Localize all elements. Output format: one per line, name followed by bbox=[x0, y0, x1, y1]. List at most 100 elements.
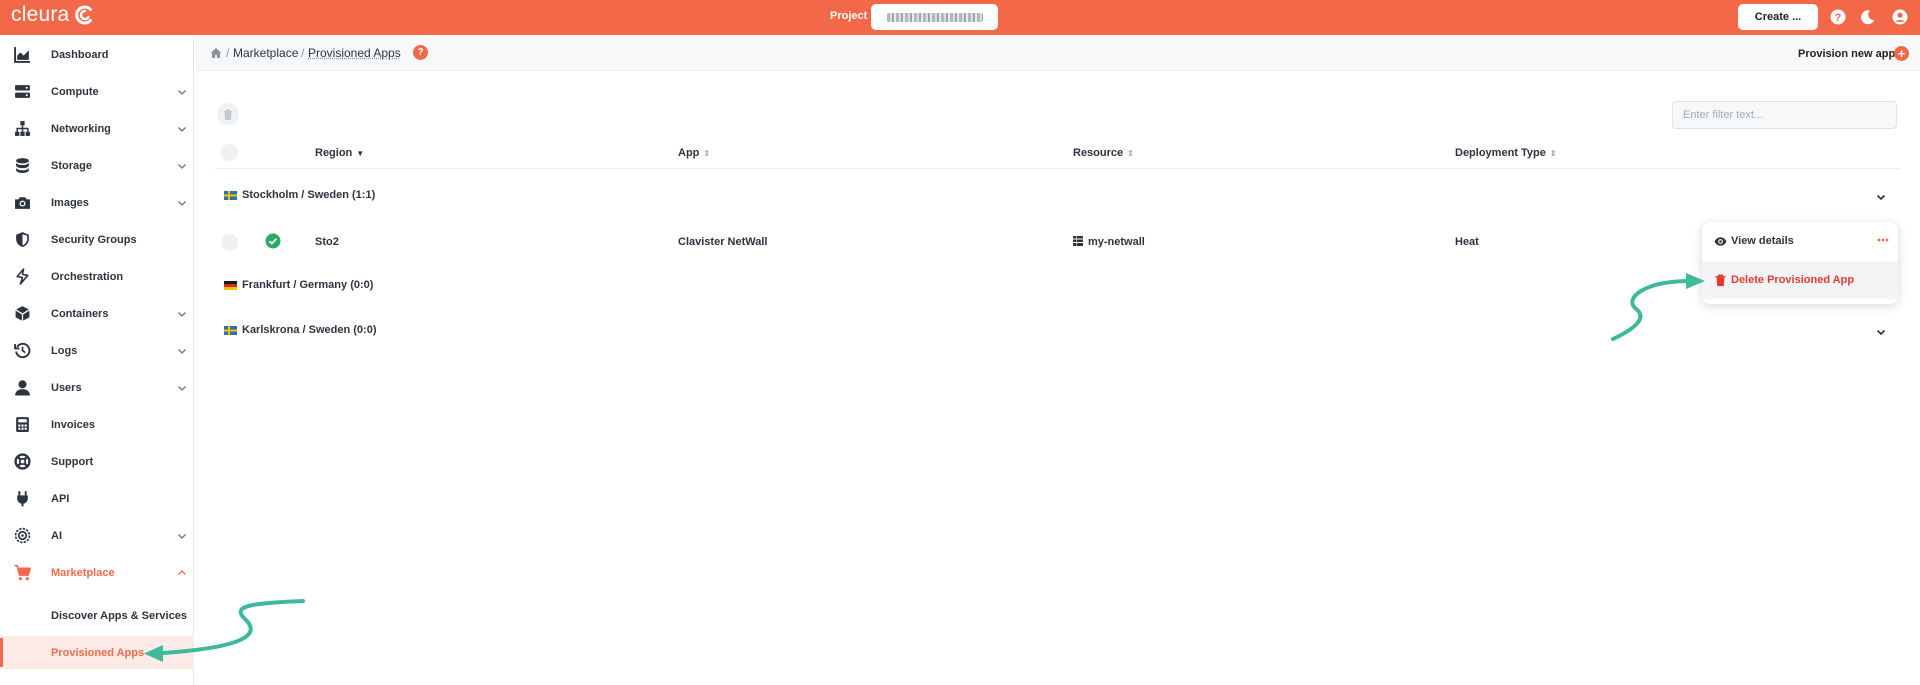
sort-icon: ⇕ bbox=[703, 148, 711, 158]
view-details-menu-item[interactable]: View details bbox=[1702, 222, 1898, 260]
chevron-down-icon bbox=[178, 348, 186, 354]
sidebar-item-containers[interactable]: Containers bbox=[0, 295, 194, 332]
network-icon bbox=[13, 120, 31, 138]
sidebar-item-label: Security Groups bbox=[51, 233, 137, 246]
project-selector[interactable] bbox=[871, 4, 998, 30]
annotation-arrow-to-provisioned-apps bbox=[144, 599, 305, 662]
sidebar-item-label: AI bbox=[51, 529, 62, 542]
home-icon[interactable] bbox=[210, 47, 222, 59]
database-icon bbox=[13, 157, 31, 175]
chevron-down-icon bbox=[178, 200, 186, 206]
column-app[interactable]: App ⇕ bbox=[678, 147, 710, 159]
cube-icon bbox=[13, 305, 31, 323]
cell-resource[interactable]: my-netwall bbox=[1073, 236, 1145, 248]
column-deployment-type[interactable]: Deployment Type ⇕ bbox=[1455, 147, 1557, 159]
logo-text: cleura bbox=[11, 3, 70, 26]
sidebar-item-compute[interactable]: Compute bbox=[0, 73, 194, 110]
trash-icon bbox=[224, 109, 232, 120]
svg-text:?: ? bbox=[1835, 12, 1842, 24]
column-resource[interactable]: Resource ⇕ bbox=[1073, 147, 1134, 159]
table-grid-icon bbox=[1073, 236, 1083, 246]
breadcrumb-separator: / bbox=[226, 46, 230, 60]
filter-input[interactable] bbox=[1672, 101, 1897, 129]
sidebar-item-dashboard[interactable]: Dashboard bbox=[0, 36, 194, 73]
shield-icon bbox=[13, 231, 31, 249]
help-circle-icon[interactable]: ? bbox=[1830, 9, 1846, 25]
check-circle-icon bbox=[265, 233, 281, 249]
sidebar: Dashboard Compute Networking Storage Ima… bbox=[0, 35, 194, 685]
breadcrumb-provisioned-apps: Provisioned Apps bbox=[308, 46, 401, 60]
sidebar-item-marketplace[interactable]: Marketplace bbox=[0, 554, 194, 591]
user-account-icon[interactable] bbox=[1892, 9, 1908, 25]
table-row: Sto2 Clavister NetWall my-netwall Heat bbox=[215, 226, 1900, 258]
cleura-logo[interactable]: cleura bbox=[11, 3, 95, 27]
row-checkbox[interactable] bbox=[221, 234, 238, 251]
plug-icon bbox=[13, 490, 31, 508]
sweden-flag-icon bbox=[224, 191, 237, 200]
create-button[interactable]: Create ... bbox=[1738, 4, 1818, 30]
sidebar-item-label: Networking bbox=[51, 122, 111, 135]
chevron-down-icon[interactable] bbox=[1876, 192, 1886, 202]
sidebar-item-users[interactable]: Users bbox=[0, 369, 194, 406]
history-icon bbox=[13, 342, 31, 360]
orchestration-icon bbox=[13, 268, 31, 286]
breadcrumb-separator: / bbox=[301, 46, 305, 60]
cell-deployment-type: Heat bbox=[1455, 236, 1479, 248]
content-header: / Marketplace / Provisioned Apps ? Provi… bbox=[195, 35, 1920, 71]
sidebar-item-api[interactable]: API bbox=[0, 480, 194, 517]
chevron-down-icon bbox=[178, 163, 186, 169]
sidebar-item-label: Images bbox=[51, 196, 89, 209]
sidebar-item-images[interactable]: Images bbox=[0, 184, 194, 221]
chevron-down-icon[interactable] bbox=[1876, 327, 1886, 337]
sweden-flag-icon bbox=[224, 326, 237, 335]
sidebar-item-storage[interactable]: Storage bbox=[0, 147, 194, 184]
annotation-arrow-to-delete bbox=[1611, 273, 1705, 341]
region-group-label: Karlskrona / Sweden (0:0) bbox=[242, 324, 377, 336]
sidebar-item-logs[interactable]: Logs bbox=[0, 332, 194, 369]
column-region[interactable]: Region ▼ bbox=[315, 147, 364, 159]
table-header: Region ▼ App ⇕ Resource ⇕ Deployment Typ… bbox=[215, 139, 1900, 169]
cell-resource-label: my-netwall bbox=[1088, 236, 1145, 248]
provision-new-app-link[interactable]: Provision new app bbox=[1798, 48, 1895, 60]
cell-app: Clavister NetWall bbox=[678, 236, 768, 248]
germany-flag-icon bbox=[224, 281, 237, 290]
cart-icon bbox=[13, 564, 31, 582]
help-icon[interactable]: ? bbox=[413, 45, 428, 60]
trash-icon bbox=[1715, 274, 1726, 286]
sidebar-item-label: Users bbox=[51, 381, 82, 394]
sidebar-item-label: Marketplace bbox=[51, 566, 115, 579]
region-group-label: Stockholm / Sweden (1:1) bbox=[242, 189, 376, 201]
region-group-stockholm[interactable]: Stockholm / Sweden (1:1) bbox=[215, 181, 1900, 211]
sidebar-item-networking[interactable]: Networking bbox=[0, 110, 194, 147]
sidebar-item-invoices[interactable]: Invoices bbox=[0, 406, 194, 443]
sidebar-item-label: Storage bbox=[51, 159, 92, 172]
sidebar-item-security-groups[interactable]: Security Groups bbox=[0, 221, 194, 258]
more-horizontal-icon[interactable] bbox=[1877, 238, 1889, 242]
sidebar-item-ai[interactable]: AI bbox=[0, 517, 194, 554]
bulk-delete-button[interactable] bbox=[217, 103, 239, 125]
delete-provisioned-app-menu-item[interactable]: Delete Provisioned App bbox=[1702, 261, 1898, 299]
sort-desc-icon: ▼ bbox=[356, 148, 365, 158]
sidebar-item-orchestration[interactable]: Orchestration bbox=[0, 258, 194, 295]
plus-circle-icon[interactable]: + bbox=[1894, 46, 1909, 61]
row-actions-menu: View details Delete Provisioned App bbox=[1702, 222, 1898, 304]
sidebar-item-label: API bbox=[51, 492, 70, 505]
sidebar-item-label: Compute bbox=[51, 85, 99, 98]
chevron-down-icon bbox=[178, 89, 186, 95]
camera-icon bbox=[13, 194, 31, 212]
sidebar-item-support[interactable]: Support bbox=[0, 443, 194, 480]
sort-icon: ⇕ bbox=[1127, 148, 1134, 158]
sidebar-item-label: Logs bbox=[51, 344, 78, 357]
eye-icon bbox=[1714, 236, 1727, 246]
column-resource-label: Resource bbox=[1073, 147, 1124, 159]
chevron-down-icon bbox=[178, 533, 186, 539]
sidebar-item-label: Containers bbox=[51, 307, 109, 320]
sidebar-item-label: Dashboard bbox=[51, 48, 109, 61]
select-all-checkbox[interactable] bbox=[221, 144, 238, 161]
delete-provisioned-app-label: Delete Provisioned App bbox=[1731, 274, 1855, 286]
breadcrumb-marketplace[interactable]: Marketplace bbox=[233, 46, 298, 60]
chevron-down-icon bbox=[178, 126, 186, 132]
moon-icon[interactable] bbox=[1860, 9, 1876, 25]
user-icon bbox=[13, 379, 31, 397]
sidebar-item-label: Invoices bbox=[51, 418, 96, 431]
